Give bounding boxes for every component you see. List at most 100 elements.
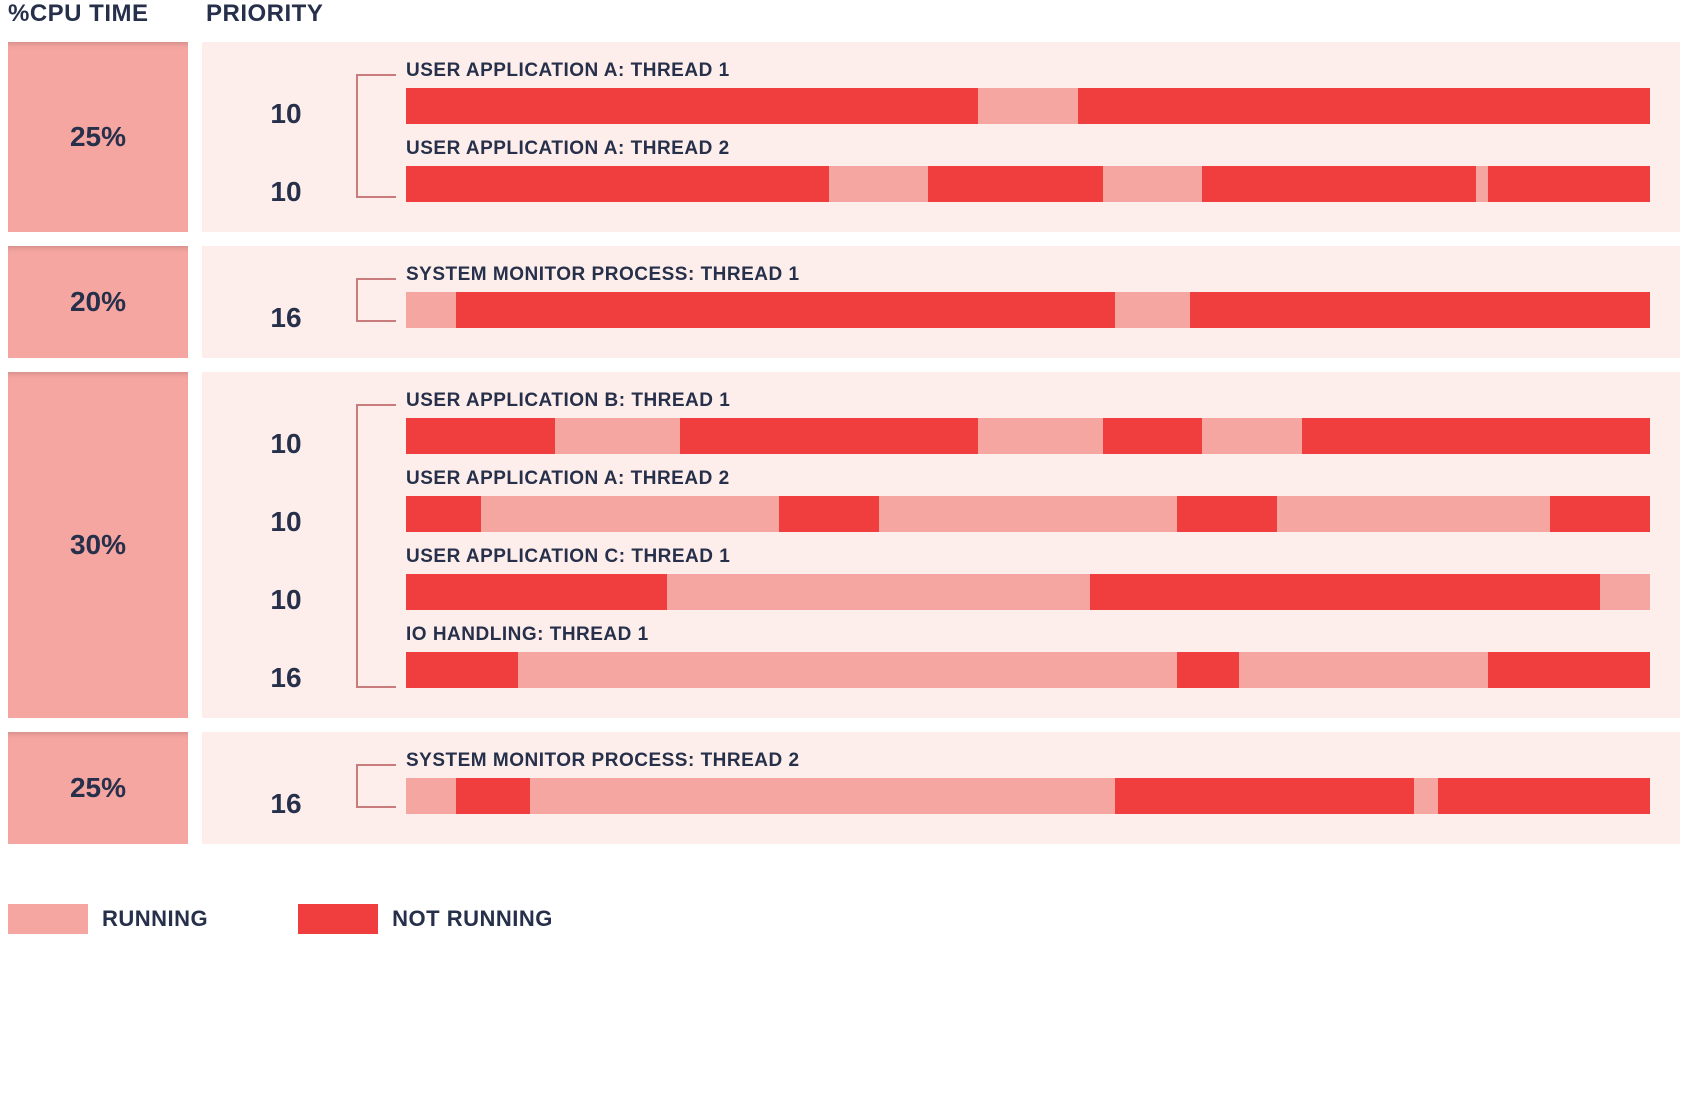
thread-timeline-bar: [406, 778, 1650, 814]
legend-item-running: RUNNING: [8, 904, 208, 934]
column-headers: %CPU TIME PRIORITY: [8, 0, 1680, 28]
threads-block: 10USER APPLICATION A: THREAD 110USER APP…: [202, 42, 1680, 232]
segment-running: [1115, 292, 1190, 328]
group-bracket: [356, 404, 396, 688]
thread-timeline-bar: [406, 652, 1650, 688]
segment-running: [1202, 418, 1302, 454]
thread-row: 10 USER APPLICATION A: THREAD 2: [216, 134, 1650, 212]
thread-row: 10USER APPLICATION B: THREAD 1: [216, 386, 1650, 464]
segment-not-running: [1550, 496, 1650, 532]
thread-timeline-bar: [406, 574, 1650, 610]
thread-timeline-bar: [406, 496, 1650, 532]
thread-content: USER APPLICATION C: THREAD 1: [356, 542, 1650, 620]
legend-label-running: RUNNING: [102, 906, 208, 932]
segment-not-running: [928, 166, 1102, 202]
segment-not-running: [456, 292, 1115, 328]
thread-row: 10 USER APPLICATION C: THREAD 1: [216, 542, 1650, 620]
segment-running: [530, 778, 1115, 814]
segment-not-running: [1115, 778, 1414, 814]
segment-not-running: [406, 574, 667, 610]
segment-not-running: [1488, 652, 1650, 688]
thread-content: USER APPLICATION A: THREAD 1: [356, 56, 1650, 134]
thread-label: USER APPLICATION A: THREAD 2: [406, 138, 1650, 160]
thread-group: 25%10USER APPLICATION A: THREAD 110USER …: [8, 42, 1680, 232]
segment-not-running: [1177, 496, 1277, 532]
cpu-pct-block: 20%: [8, 246, 188, 358]
priority-value: 10: [216, 584, 356, 620]
thread-row: 16 IO HANDLING: THREAD 1: [216, 620, 1650, 698]
thread-content: USER APPLICATION B: THREAD 1: [356, 386, 1650, 464]
thread-label: USER APPLICATION B: THREAD 1: [406, 390, 1650, 412]
segment-not-running: [1302, 418, 1650, 454]
segment-running: [978, 88, 1078, 124]
thread-row: 10USER APPLICATION A: THREAD 1: [216, 56, 1650, 134]
thread-content: IO HANDLING: THREAD 1: [356, 620, 1650, 698]
thread-label: USER APPLICATION C: THREAD 1: [406, 546, 1650, 568]
thread-groups-container: 25%10USER APPLICATION A: THREAD 110USER …: [8, 42, 1680, 844]
priority-value: 16: [216, 662, 356, 698]
segment-not-running: [1103, 418, 1203, 454]
segment-running: [829, 166, 929, 202]
segment-not-running: [1078, 88, 1650, 124]
thread-group: 25% 16SYSTEM MONITOR PROCESS: THREAD 2: [8, 732, 1680, 844]
segment-not-running: [406, 88, 978, 124]
priority-value: 10: [216, 176, 356, 212]
legend-swatch-running: [8, 904, 88, 934]
group-bracket: [356, 764, 396, 808]
segment-not-running: [1177, 652, 1239, 688]
thread-content: USER APPLICATION A: THREAD 2: [356, 464, 1650, 542]
group-bracket: [356, 278, 396, 322]
header-cpu-time: %CPU TIME: [8, 0, 188, 28]
thread-label: IO HANDLING: THREAD 1: [406, 624, 1650, 646]
legend: RUNNING NOT RUNNING: [8, 904, 1680, 934]
thread-timeline-bar: [406, 418, 1650, 454]
segment-not-running: [406, 652, 518, 688]
segment-not-running: [1190, 292, 1650, 328]
segment-not-running: [1090, 574, 1600, 610]
legend-item-not-running: NOT RUNNING: [298, 904, 553, 934]
threads-block: 16 SYSTEM MONITOR PROCESS: THREAD 1: [202, 246, 1680, 358]
thread-row: 16SYSTEM MONITOR PROCESS: THREAD 2: [216, 746, 1650, 824]
segment-running: [667, 574, 1090, 610]
legend-label-not-running: NOT RUNNING: [392, 906, 553, 932]
segment-not-running: [680, 418, 979, 454]
segment-running: [518, 652, 1177, 688]
segment-running: [406, 292, 456, 328]
segment-running: [555, 418, 679, 454]
segment-running: [1414, 778, 1439, 814]
thread-label: SYSTEM MONITOR PROCESS: THREAD 1: [406, 264, 1650, 286]
thread-row: 10USER APPLICATION A: THREAD 2: [216, 464, 1650, 542]
cpu-pct-block: 25%: [8, 42, 188, 232]
segment-running: [1600, 574, 1650, 610]
thread-label: USER APPLICATION A: THREAD 1: [406, 60, 1650, 82]
thread-content: SYSTEM MONITOR PROCESS: THREAD 2: [356, 746, 1650, 824]
thread-group: 20% 16 SYSTEM MONITOR PROCESS: THREAD 1: [8, 246, 1680, 358]
segment-running: [1239, 652, 1488, 688]
segment-not-running: [406, 496, 481, 532]
header-priority: PRIORITY: [206, 0, 323, 28]
cpu-pct-block: 30%: [8, 372, 188, 718]
segment-running: [481, 496, 780, 532]
group-bracket: [356, 74, 396, 198]
segment-not-running: [779, 496, 879, 532]
segment-not-running: [456, 778, 531, 814]
segment-not-running: [1202, 166, 1476, 202]
thread-label: USER APPLICATION A: THREAD 2: [406, 468, 1650, 490]
thread-group: 30%10USER APPLICATION B: THREAD 110USER …: [8, 372, 1680, 718]
cpu-pct-block: 25%: [8, 732, 188, 844]
segment-running: [1476, 166, 1488, 202]
thread-content: USER APPLICATION A: THREAD 2: [356, 134, 1650, 212]
segment-not-running: [406, 166, 829, 202]
segment-running: [1277, 496, 1551, 532]
segment-not-running: [406, 418, 555, 454]
priority-value: 16: [216, 302, 356, 338]
segment-running: [406, 778, 456, 814]
segment-running: [1103, 166, 1203, 202]
segment-running: [879, 496, 1178, 532]
thread-content: SYSTEM MONITOR PROCESS: THREAD 1: [356, 260, 1650, 338]
segment-not-running: [1488, 166, 1650, 202]
thread-row: 16 SYSTEM MONITOR PROCESS: THREAD 1: [216, 260, 1650, 338]
priority-value: 16: [216, 788, 356, 824]
segment-not-running: [1438, 778, 1649, 814]
thread-timeline-bar: [406, 292, 1650, 328]
